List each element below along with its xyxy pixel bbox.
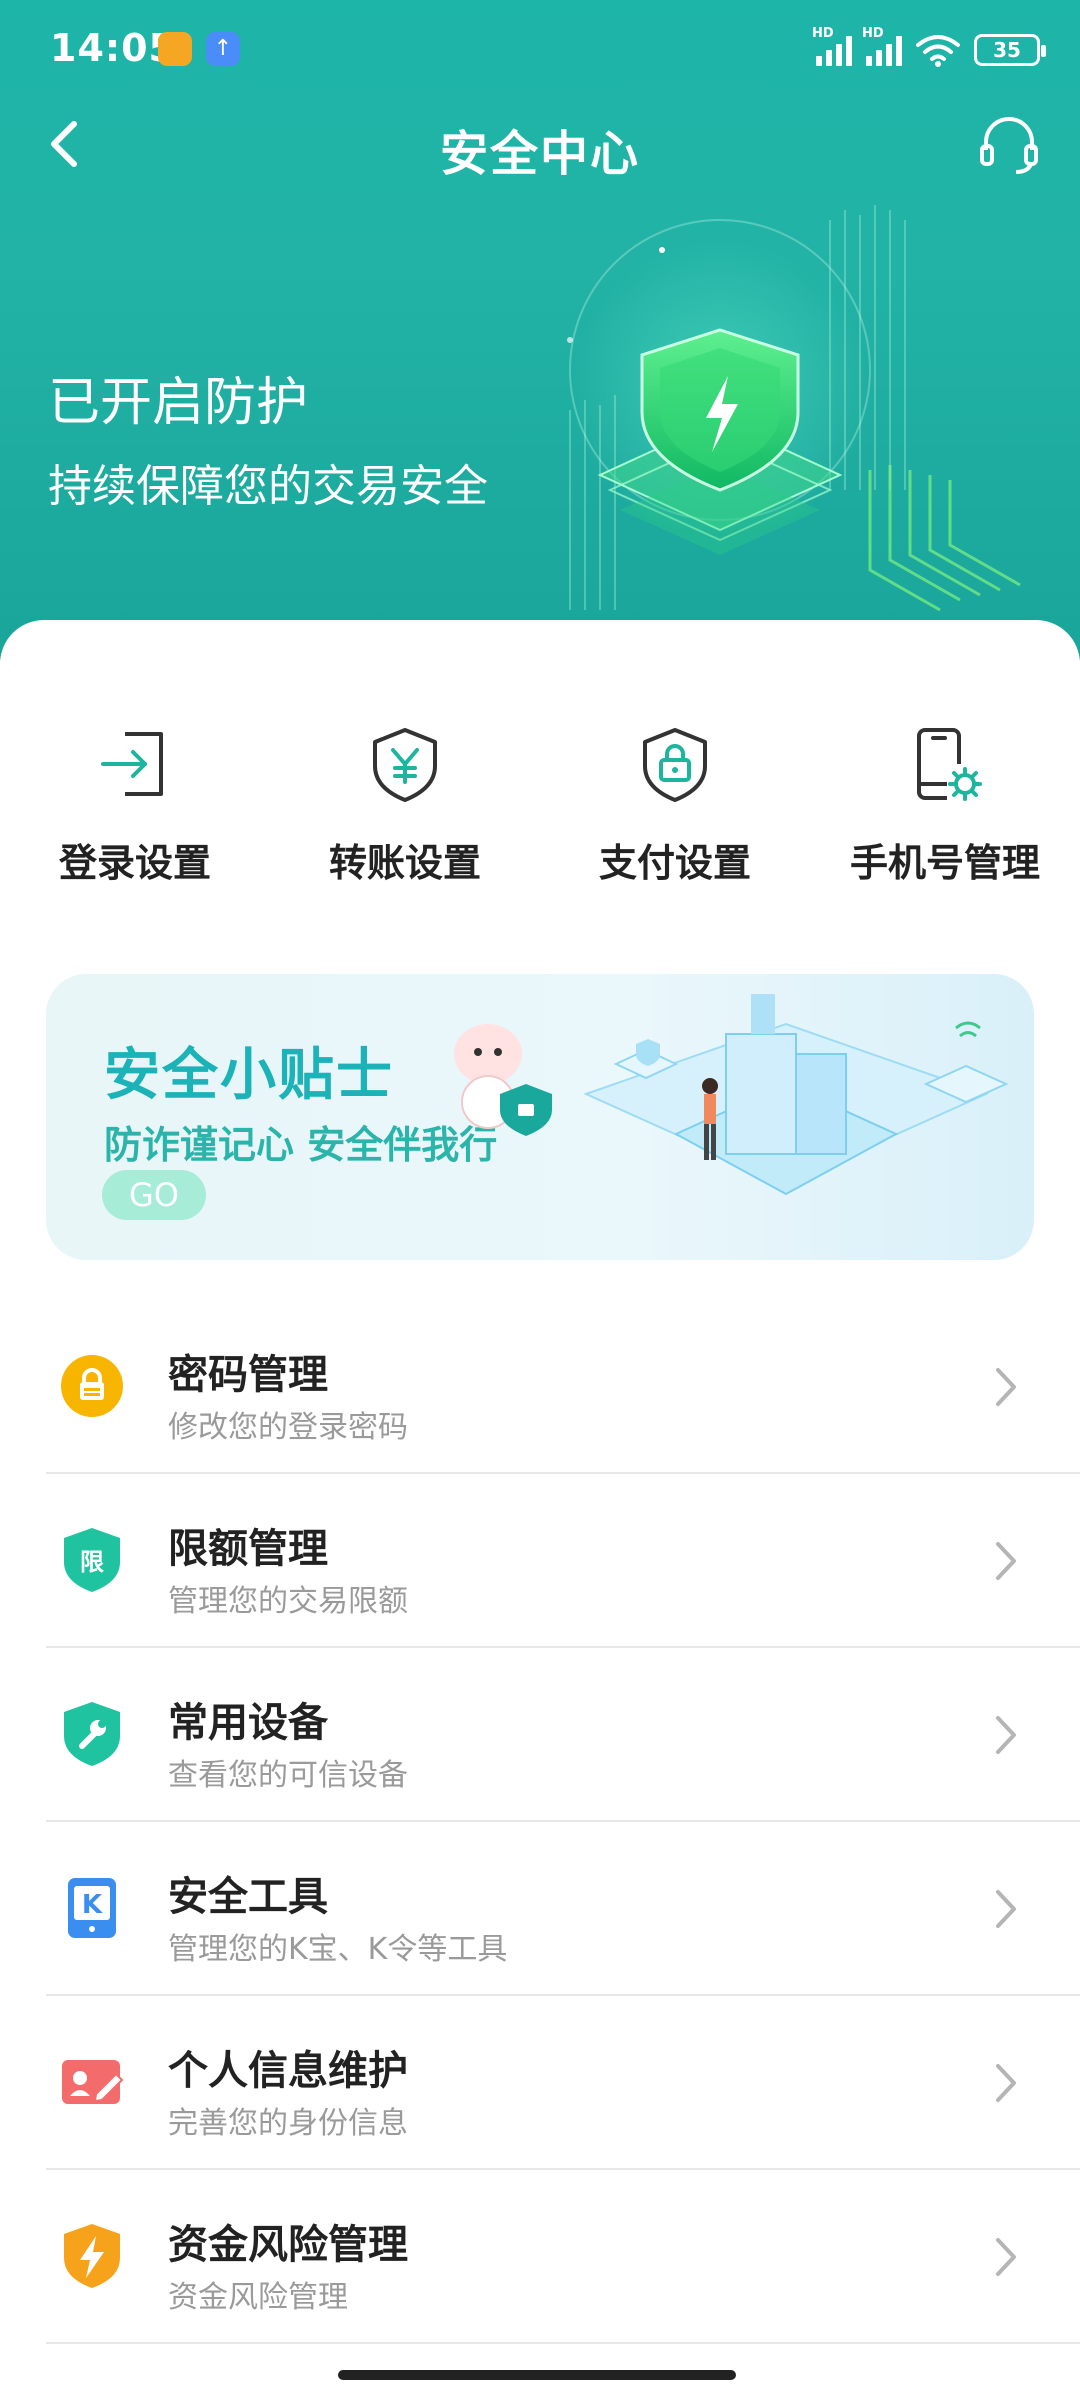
- security-tips-banner[interactable]: 安全小贴士 防诈谨记心 安全伴我行 GO: [46, 974, 1034, 1260]
- protection-subtitle: 持续保障您的交易安全: [48, 461, 488, 512]
- menu-title-tools: 安全工具: [168, 1874, 328, 1920]
- phone-gear-icon: [917, 728, 982, 801]
- menu-row-personal-info[interactable]: 个人信息维护 完善您的身份信息: [0, 1996, 1080, 2170]
- signal-icon-2: HD: [862, 26, 902, 66]
- menu-title-password: 密码管理: [168, 1352, 328, 1398]
- page-title: 安全中心: [439, 126, 640, 182]
- gallery-notification-icon: [158, 32, 192, 66]
- lightning-shield-icon: [64, 2224, 120, 2288]
- chevron-right-icon: [996, 1890, 1016, 1928]
- k-token-icon: K: [68, 1878, 116, 1938]
- wrench-shield-icon: [64, 1702, 120, 1766]
- protection-status: 已开启防护: [48, 373, 309, 433]
- menu-row-fund-risk[interactable]: 资金风险管理 资金风险管理: [0, 2170, 1080, 2344]
- phone-management-label: 手机号管理: [849, 841, 1040, 885]
- home-indicator[interactable]: [338, 2370, 736, 2380]
- login-icon: [101, 732, 163, 796]
- login-settings-label: 登录设置: [58, 841, 211, 885]
- menu-row-devices[interactable]: 常用设备 查看您的可信设备: [0, 1648, 1080, 1822]
- header: 14:05 ↑ HD HD 35 安全中心 已开启防护 持续保障您的交易安全: [0, 0, 1080, 660]
- battery-icon: 35: [974, 34, 1046, 66]
- customer-service-icon[interactable]: [974, 110, 1044, 180]
- security-menu-list: 密码管理 修改您的登录密码 限 限额管理 管理您的交易限额 常用设备 查看您的可…: [0, 1300, 1080, 2344]
- wifi-icon: [916, 35, 960, 67]
- payment-settings-item[interactable]: 支付设置: [540, 720, 810, 920]
- chevron-right-icon: [996, 2064, 1016, 2102]
- status-bar: 14:05 ↑ HD HD 35: [0, 0, 1080, 110]
- menu-title-fund-risk: 资金风险管理: [168, 2222, 408, 2268]
- k-glyph: K: [82, 1890, 103, 1920]
- menu-row-tools[interactable]: K 安全工具 管理您的K宝、K令等工具: [0, 1822, 1080, 1996]
- upload-notification-icon: ↑: [206, 32, 240, 66]
- password-lock-icon: [61, 1355, 123, 1417]
- shield-illustration: [567, 205, 1021, 612]
- hd-label-2: HD: [862, 26, 884, 41]
- transfer-settings-label: 转账设置: [328, 841, 481, 885]
- yuan-shield-icon: [373, 728, 437, 802]
- menu-row-limit[interactable]: 限 限额管理 管理您的交易限额: [0, 1474, 1080, 1648]
- divider: [46, 2342, 1080, 2344]
- menu-title-devices: 常用设备: [168, 1700, 328, 1746]
- lock-shield-icon: [643, 728, 707, 802]
- banner-title: 安全小贴士: [104, 1043, 394, 1108]
- limit-glyph: 限: [80, 1548, 104, 1576]
- menu-subtitle-devices: 查看您的可信设备: [168, 1758, 408, 1793]
- menu-subtitle-fund-risk: 资金风险管理: [168, 2280, 348, 2315]
- banner-go-button[interactable]: GO: [102, 1170, 206, 1220]
- menu-title-limit: 限额管理: [168, 1526, 328, 1572]
- quick-actions: 登录设置 转账设置 支付设置 手机号管理: [0, 720, 1080, 920]
- signal-icon: HD: [812, 26, 852, 66]
- login-settings-item[interactable]: 登录设置: [0, 720, 270, 920]
- transfer-settings-item[interactable]: 转账设置: [270, 720, 540, 920]
- chevron-right-icon: [996, 1542, 1016, 1580]
- chevron-right-icon: [996, 1368, 1016, 1406]
- menu-title-personal-info: 个人信息维护: [168, 2048, 408, 2094]
- id-card-icon: [62, 2060, 124, 2104]
- chevron-right-icon: [996, 2238, 1016, 2276]
- phone-management-item[interactable]: 手机号管理: [810, 720, 1080, 920]
- mascot-icon: [454, 1024, 552, 1136]
- menu-subtitle-limit: 管理您的交易限额: [168, 1584, 408, 1619]
- payment-settings-label: 支付设置: [598, 841, 751, 885]
- content-sheet: 登录设置 转账设置 支付设置 手机号管理 安全小贴士 防诈谨记心 安全伴我行 G…: [0, 620, 1080, 2400]
- menu-row-password[interactable]: 密码管理 修改您的登录密码: [0, 1300, 1080, 1474]
- menu-subtitle-personal-info: 完善您的身份信息: [168, 2106, 408, 2141]
- menu-subtitle-tools: 管理您的K宝、K令等工具: [168, 1932, 508, 1967]
- nav-bar: 安全中心: [0, 100, 1080, 190]
- limit-shield-icon: 限: [64, 1528, 120, 1592]
- menu-subtitle-password: 修改您的登录密码: [168, 1410, 408, 1445]
- status-indicators: HD HD 35: [812, 26, 1046, 70]
- security-illustration: [454, 994, 1009, 1196]
- hd-label: HD: [812, 26, 834, 41]
- chevron-right-icon: [996, 1716, 1016, 1754]
